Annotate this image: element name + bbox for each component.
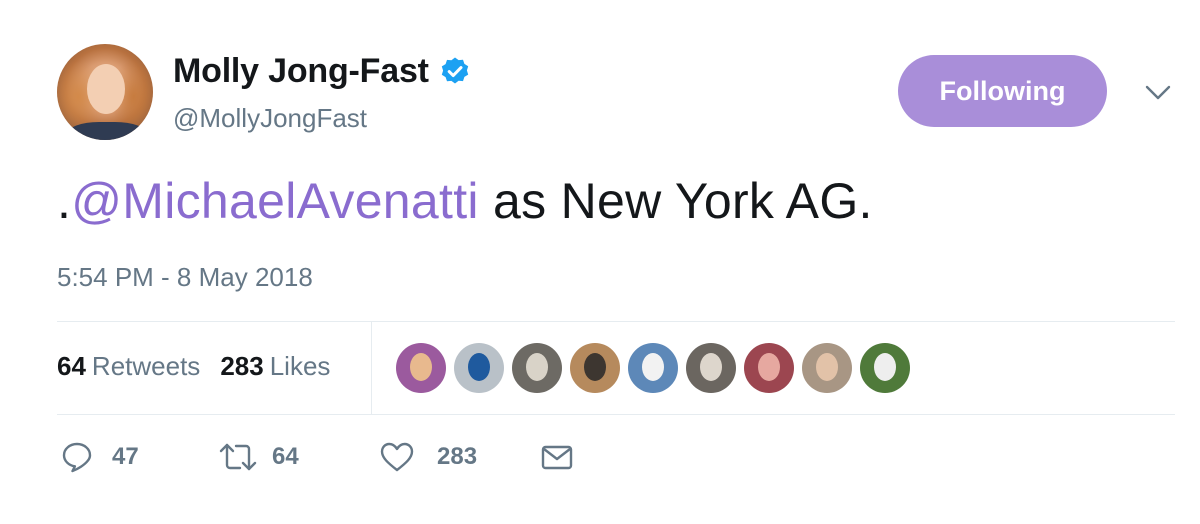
retweets-count: 64	[57, 351, 86, 381]
liker-avatar-2[interactable]	[454, 343, 504, 393]
liker-avatar-9-figure	[874, 353, 896, 381]
liker-avatar-6-figure	[700, 353, 722, 381]
retweets-stat[interactable]: 64 Retweets	[57, 351, 200, 382]
divider-bottom	[57, 414, 1175, 415]
chevron-down-icon[interactable]	[1145, 84, 1171, 102]
liker-avatar-7-figure	[758, 353, 780, 381]
liker-avatars	[396, 343, 910, 393]
handle[interactable]: @MollyJongFast	[173, 103, 367, 134]
tweet-text: .@MichaelAvenatti as New York AG.	[57, 172, 873, 230]
liker-avatar-8-figure	[816, 353, 838, 381]
liker-avatar-9[interactable]	[860, 343, 910, 393]
liker-avatar-4[interactable]	[570, 343, 620, 393]
reply-count: 47	[112, 443, 139, 470]
avatar[interactable]	[57, 44, 153, 140]
liker-avatar-4-figure	[584, 353, 606, 381]
avatar-face	[87, 64, 125, 114]
tweet-stats: 64 Retweets 283 Likes	[57, 351, 330, 382]
likes-stat[interactable]: 283 Likes	[220, 351, 330, 382]
divider-top	[57, 321, 1175, 322]
reply-button[interactable]: 47	[60, 440, 139, 474]
tweet-card: Molly Jong-Fast @MollyJongFast Following…	[0, 0, 1200, 524]
like-count: 283	[437, 443, 478, 470]
heart-icon	[380, 442, 414, 472]
envelope-icon	[541, 445, 573, 470]
liker-avatar-1-figure	[410, 353, 432, 381]
liker-avatar-8[interactable]	[802, 343, 852, 393]
likes-label: Likes	[269, 351, 331, 381]
liker-avatar-5[interactable]	[628, 343, 678, 393]
liker-avatar-7[interactable]	[744, 343, 794, 393]
retweet-icon	[219, 443, 257, 471]
following-button[interactable]: Following	[898, 55, 1107, 127]
display-name[interactable]: Molly Jong-Fast	[173, 52, 429, 91]
reply-icon	[62, 442, 92, 473]
retweet-button[interactable]: 64	[218, 440, 299, 474]
tweet-text-body: as New York AG.	[478, 173, 873, 229]
message-button[interactable]	[540, 440, 574, 474]
liker-avatar-2-figure	[468, 353, 490, 381]
name-row: Molly Jong-Fast	[173, 52, 471, 91]
verified-badge-icon	[441, 57, 468, 83]
avatar-shirt	[67, 122, 147, 140]
timestamp[interactable]: 5:54 PM - 8 May 2018	[57, 262, 313, 293]
retweet-count: 64	[272, 443, 299, 470]
mention-link[interactable]: @MichaelAvenatti	[71, 173, 479, 229]
stats-divider	[371, 321, 372, 414]
liker-avatar-5-figure	[642, 353, 664, 381]
liker-avatar-6[interactable]	[686, 343, 736, 393]
like-button[interactable]: 283	[379, 440, 477, 474]
liker-avatar-1[interactable]	[396, 343, 446, 393]
liker-avatar-3[interactable]	[512, 343, 562, 393]
tweet-text-prefix: .	[57, 173, 72, 229]
likes-count: 283	[220, 351, 264, 381]
liker-avatar-3-figure	[526, 353, 548, 381]
retweets-label: Retweets	[91, 351, 201, 381]
